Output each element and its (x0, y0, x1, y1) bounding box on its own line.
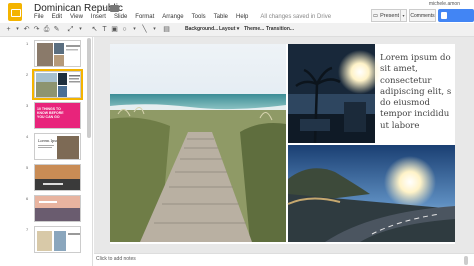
notes-placeholder[interactable]: Click to add notes (96, 256, 136, 262)
folder-icon[interactable] (110, 5, 119, 12)
body-line: tempor incididu (380, 109, 450, 120)
thumbnail-image (35, 41, 80, 66)
slide-number: 5 (26, 165, 29, 170)
slide-thumbnail-row[interactable]: 1 (0, 39, 88, 69)
theme-button[interactable]: Theme... (244, 26, 264, 32)
toolbar: + ▾ ↶ ↷ ⎙ ✎ ⤢ ▾ ↖ T ▣ ○ ▾ ╲ ▾ ▤ Backgrou… (0, 23, 474, 37)
slide-thumbnail-row[interactable]: 5 (0, 163, 88, 193)
slide-number: 3 (26, 103, 29, 108)
body-line: do eiusmod (380, 98, 431, 109)
redo-icon[interactable]: ↷ (32, 25, 41, 34)
thumbnail-image (35, 72, 80, 97)
slide-number: 6 (26, 196, 29, 201)
share-button[interactable] (438, 9, 474, 22)
notes-scrollbar[interactable] (464, 256, 468, 265)
body-line: Lorem ipsum do (380, 53, 451, 63)
beach-boardwalk-image (110, 44, 286, 242)
comments-button[interactable]: Comments (409, 9, 436, 22)
slide-filmstrip: 1 2 3 10 THINGS TO KNOW BEFORE YOU CAN G… (0, 37, 93, 266)
layout-button[interactable]: Layout ▾ (219, 26, 239, 32)
thumbnail-image (35, 196, 80, 221)
zoom-chevron-icon[interactable]: ▾ (76, 25, 85, 34)
lock-icon (441, 12, 447, 19)
slide-thumbnail-row[interactable]: 6 (0, 194, 88, 224)
current-slide[interactable]: Lorem ipsum do sit amet, consectetur adi… (110, 44, 455, 244)
slide-number: 4 (26, 134, 29, 139)
body-line: ut labore (380, 120, 420, 131)
slide-thumbnail[interactable]: 10 THINGS TO KNOW BEFORE YOU CAN GO (34, 102, 81, 129)
print-icon[interactable]: ⎙ (42, 25, 51, 34)
star-icon[interactable]: ☆ (99, 3, 107, 14)
speaker-notes[interactable]: Click to add notes (94, 253, 474, 266)
paint-format-icon[interactable]: ✎ (52, 25, 61, 34)
new-slide-icon[interactable]: + (4, 25, 13, 34)
slide-thumbnail[interactable] (34, 226, 81, 253)
slide-editor-canvas[interactable]: Lorem ipsum do sit amet, consectetur adi… (94, 37, 474, 253)
select-icon[interactable]: ↖ (90, 25, 99, 34)
slide-thumbnail[interactable] (34, 164, 81, 191)
palm-sunset-image (288, 44, 382, 144)
slide-thumbnail-row[interactable]: 3 10 THINGS TO KNOW BEFORE YOU CAN GO (0, 101, 88, 131)
body-line: sit amet, (380, 64, 418, 75)
transition-button[interactable]: Transition... (266, 26, 294, 32)
slides-app: Dominican Republic ☆ michele.amon ▭ Pres… (0, 0, 474, 266)
present-label: Present (380, 12, 400, 19)
text-box-icon[interactable]: T (100, 25, 109, 34)
shape-icon[interactable]: ○ (120, 25, 129, 34)
user-email[interactable]: michele.amon (429, 1, 460, 7)
thumbnail-image (35, 165, 80, 190)
line-chevron-icon[interactable]: ▾ (150, 25, 159, 34)
shape-chevron-icon[interactable]: ▾ (130, 25, 139, 34)
slide-thumbnail[interactable]: Lorem Ipsum (34, 133, 81, 160)
slide-thumbnail[interactable] (34, 195, 81, 222)
undo-icon[interactable]: ↶ (22, 25, 31, 34)
slide-thumbnail-row[interactable]: 7 (0, 225, 88, 255)
slides-logo-icon[interactable] (8, 3, 22, 21)
slide-thumbnail-selected[interactable] (32, 69, 83, 100)
slide-number: 1 (26, 41, 29, 46)
coastal-road-image (287, 145, 455, 242)
slide-thumbnail[interactable] (34, 40, 81, 67)
zoom-icon[interactable]: ⤢ (66, 25, 75, 34)
slide-thumbnail-row[interactable]: 4 Lorem Ipsum (0, 132, 88, 162)
background-button[interactable]: Background... (185, 26, 218, 32)
slide-thumbnail-row-selected[interactable]: 2 (0, 69, 88, 100)
line-icon[interactable]: ╲ (140, 25, 149, 34)
present-button[interactable]: ▭ Present (371, 9, 401, 22)
thumbnail-title: 10 THINGS TO KNOW BEFORE YOU CAN GO (37, 107, 64, 119)
image-icon[interactable]: ▣ (110, 25, 119, 34)
present-dropdown-chevron-icon[interactable]: ▾ (401, 9, 407, 22)
body-line: consectetur (380, 75, 432, 86)
present-icon: ▭ (372, 12, 379, 19)
thumbnail-image (38, 136, 79, 159)
chevron-down-icon[interactable]: ▾ (13, 25, 22, 34)
comment-icon[interactable]: ▤ (162, 25, 171, 34)
body-line: adipiscing elit, s (380, 86, 452, 97)
slide-body-text[interactable]: Lorem ipsum do sit amet, consectetur adi… (380, 53, 455, 132)
slide-number: 7 (26, 227, 29, 232)
thumbnail-image (35, 227, 80, 252)
slide-number: 2 (26, 72, 29, 77)
